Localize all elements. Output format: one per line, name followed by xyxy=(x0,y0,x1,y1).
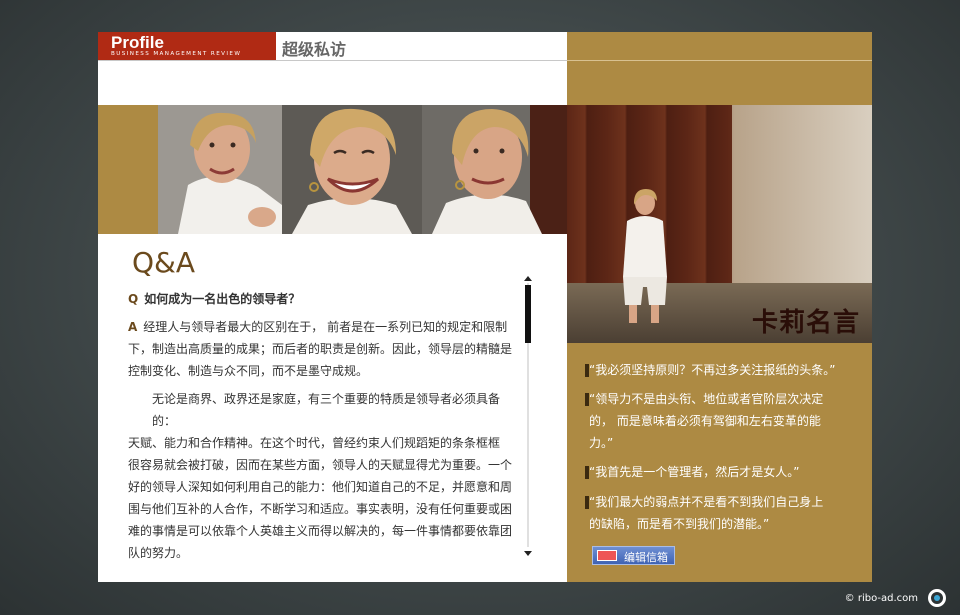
portrait-photo-2 xyxy=(282,105,422,234)
scroll-thumb[interactable] xyxy=(525,285,531,343)
quote-item: “我们最大的弱点并不是看不到我们自己身上 的缺陷，而是看不到我们的潜能。” xyxy=(585,491,857,535)
quote-line: 的缺陷，而是看不到我们的潜能。” xyxy=(589,517,770,531)
answer-line: 控制变化、制造与众不同，而不是墨守成规。 xyxy=(128,364,369,378)
quote-line: “我必须坚持原则？不再过多关注报纸的头条。” xyxy=(589,363,836,377)
quote-bullet xyxy=(585,364,589,377)
answer-paragraph-2: 无论是商界、政界还是家庭，有三个重要的特质是领导者必须具备的： 天赋、能力和合作… xyxy=(128,388,520,564)
scroll-up-arrow-icon[interactable] xyxy=(524,276,532,281)
gold-block xyxy=(98,105,158,234)
answer-line: 围与他们互补的人合作，不断学习和适应。事实表明，没有任何重要或困 xyxy=(128,502,513,516)
article-panel: Profile BUSINESS MANAGEMENT REVIEW 超级私访 xyxy=(98,32,872,582)
right-header-band xyxy=(567,32,872,105)
header-divider xyxy=(98,60,567,61)
qa-heading: Q&A xyxy=(132,246,196,279)
question-text: 如何成为一名出色的领导者？ xyxy=(144,292,301,306)
quotes-title: 卡莉名言 xyxy=(751,308,860,338)
section-title: 超级私访 xyxy=(282,40,347,59)
answer-line: 很容易就会被打破，因而在某些方面，领导人的天赋显得尤为重要。一个 xyxy=(128,458,513,472)
site-logo-icon xyxy=(928,589,946,607)
quote-line: “我们最大的弱点并不是看不到我们自己身上 xyxy=(589,495,824,509)
right-header-divider xyxy=(567,60,872,61)
answer-line: 下，制造出高质量的成果；而后者的职责是创新。因此，领导层的精髓是 xyxy=(128,342,513,356)
q-mark: Q xyxy=(128,292,139,306)
quote-item: “我首先是一个管理者，然后才是女人。” xyxy=(585,461,857,483)
seated-woman-figure xyxy=(623,189,667,323)
editor-mailbox-button[interactable]: 编辑信箱 xyxy=(592,546,675,565)
text-scrollbar[interactable] xyxy=(523,276,533,556)
brand-subtitle: BUSINESS MANAGEMENT REVIEW xyxy=(111,51,242,57)
quote-line: 力。” xyxy=(589,436,614,450)
answer-line: 无论是商界、政界还是家庭，有三个重要的特质是领导者必须具备的： xyxy=(152,392,501,428)
quote-line: “领导力不是由头衔、地位或者官阶层次决定 xyxy=(589,392,824,406)
brand-title: Profile xyxy=(111,33,164,52)
answer-paragraph: A 经理人与领导者最大的区别在于， 前者是在一系列已知的规定和限制 下，制造出高质… xyxy=(128,316,520,382)
scroll-down-arrow-icon[interactable] xyxy=(524,551,532,556)
quote-line: “我首先是一个管理者，然后才是女人。” xyxy=(589,465,800,479)
answer-line: A 经理人与领导者最大的区别在于， 前者是在一系列已知的规定和限制 xyxy=(128,316,520,338)
answer-line: 天赋、能力和合作精神。在这个时代，曾经约束人们规蹈矩的条条框框 xyxy=(128,436,501,450)
copyright: © ribo-ad.com xyxy=(844,593,918,604)
office-photo: 卡莉名言 xyxy=(567,105,872,343)
portrait-photo-3 xyxy=(422,105,567,234)
portrait-photo-1 xyxy=(158,105,282,234)
answer-text: 经理人与领导者最大的区别在于， 前者是在一系列已知的规定和限制 xyxy=(143,320,508,334)
quote-bullet xyxy=(585,393,589,406)
mail-button-label: 编辑信箱 xyxy=(624,551,668,564)
question-line: Q 如何成为一名出色的领导者？ xyxy=(128,288,520,310)
quote-bullet xyxy=(585,466,589,479)
answer-line: 好的领导人深知如何利用自己的能力：他们知道自己的不足，并愿意和周 xyxy=(128,480,513,494)
quote-item: “我必须坚持原则？不再过多关注报纸的头条。” xyxy=(585,359,857,381)
quotes-panel: “我必须坚持原则？不再过多关注报纸的头条。” “领导力不是由头衔、地位或者官阶层… xyxy=(567,343,872,582)
profile-brand: Profile BUSINESS MANAGEMENT REVIEW xyxy=(98,32,276,60)
quote-item: “领导力不是由头衔、地位或者官阶层次决定 的， 而是意味着必须有驾御和左右变革的… xyxy=(585,388,857,454)
envelope-icon xyxy=(597,550,617,561)
answer-line: 难的事情是可以依靠个人英雄主义而得以解决的，每一件事情都要依靠团 xyxy=(128,524,513,538)
quote-line: 的， 而是意味着必须有驾御和左右变革的能 xyxy=(589,414,821,428)
answer-line: 队的努力。 xyxy=(128,546,189,560)
a-mark: A xyxy=(128,320,138,334)
quote-bullet xyxy=(585,496,589,509)
